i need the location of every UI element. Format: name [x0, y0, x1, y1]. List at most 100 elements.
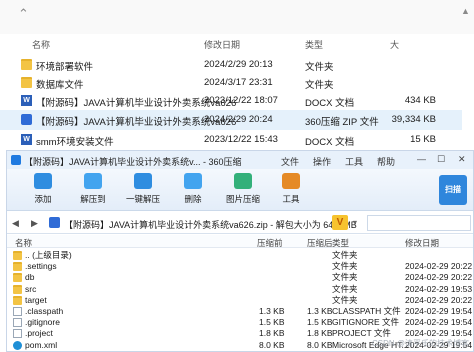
zip-toolbar: 添加 解压到 一键解压 删除 图片压缩 工具 扫描 — [7, 169, 473, 211]
sort-arrow-icon[interactable]: ⌃ — [18, 6, 32, 26]
minimize-icon[interactable]: — — [417, 154, 426, 164]
entry-date: 2024-02-29 19:54 — [405, 317, 473, 328]
archive-row[interactable]: target 文件夹 2024-02-29 20:22 — [7, 295, 473, 306]
extract-to-button[interactable]: 解压到 — [75, 173, 111, 209]
back-icon[interactable]: ◀ — [12, 218, 19, 229]
file-name: 环境部署软件 — [36, 62, 94, 73]
archive-row[interactable]: .settings 文件夹 2024-02-29 20:22 — [7, 261, 473, 272]
folder-icon — [13, 273, 22, 283]
vip-icon[interactable]: V — [332, 215, 348, 230]
delete-button[interactable]: 删除 — [175, 173, 211, 209]
folder-icon — [13, 262, 22, 272]
folder-icon — [13, 251, 22, 260]
list-col-date[interactable]: 修改日期 — [405, 237, 439, 249]
search-input[interactable] — [367, 215, 471, 231]
entry-name: .project — [25, 328, 53, 339]
list-col-name[interactable]: 名称 — [15, 237, 32, 249]
one-click-extract-icon — [134, 173, 152, 189]
zip-file-icon — [49, 217, 60, 228]
col-type-header[interactable]: 类型 — [305, 38, 323, 51]
file-date: 2024/2/29 20:13 — [204, 59, 273, 70]
tools-button[interactable]: 工具 — [273, 173, 309, 209]
entry-date: 2024-02-29 20:22 — [405, 272, 473, 283]
entry-type: 文件夹 — [332, 250, 358, 260]
add-button[interactable]: 添加 — [25, 173, 61, 209]
path-bar: ◀ ▶ 【附源码】JAVA计算机毕业设计外卖系统va626.zip - 解包大小… — [7, 212, 473, 234]
file-type: DOCX 文档 — [305, 98, 355, 109]
add-label: 添加 — [34, 194, 52, 204]
explorer-row[interactable]: Wsmm环境安装文件 2023/12/22 15:43 DOCX 文档 15 KB — [0, 130, 462, 150]
list-col-type[interactable]: 类型 — [332, 237, 349, 249]
file-size: 15 KB — [410, 134, 436, 145]
entry-size: 1.8 KB — [259, 328, 285, 339]
archive-row[interactable]: .gitignore 1.5 KB 1.5 KB GITIGNORE 文件 2024-0… — [7, 317, 473, 328]
zip-window: 【附源码】JAVA计算机毕业设计外卖系统v... - 360压缩 文件 操作 工… — [6, 150, 474, 352]
file-icon — [13, 318, 22, 328]
archive-row[interactable]: src 文件夹 2024-02-29 19:53 — [7, 284, 473, 295]
file-name: smm环境安装文件 — [36, 137, 114, 148]
scroll-up-icon[interactable]: ▲ — [461, 6, 470, 26]
explorer-row[interactable]: 【附源码】JAVA计算机毕业设计外卖系统va626 2024/2/29 20:24… — [0, 110, 462, 130]
folder-icon — [21, 59, 32, 70]
scan-badge[interactable]: 扫描 — [439, 175, 467, 205]
list-header: 名称 压缩前 压缩后 类型 修改日期 — [7, 235, 473, 248]
explorer-row[interactable]: 环境部署软件 2024/2/29 20:13 文件夹 — [0, 55, 462, 75]
col-name-header[interactable]: 名称 — [32, 38, 50, 51]
edge-icon — [13, 340, 22, 350]
file-icon — [13, 307, 22, 316]
menu-file[interactable]: 文件 — [281, 155, 299, 168]
file-type: 360压缩 ZIP 文件 — [305, 117, 379, 128]
watermark: CSDN @清平乐的技术博客 — [371, 339, 469, 348]
file-name: 数据库文件 — [36, 80, 84, 91]
col-size-header[interactable]: 大 — [390, 38, 399, 51]
entry-name: .classpath — [25, 306, 64, 316]
list-col-packed[interactable]: 压缩后 — [307, 237, 333, 249]
one-click-extract-label: 一键解压 — [125, 194, 160, 204]
menu-operate[interactable]: 操作 — [313, 155, 331, 168]
image-compress-button[interactable]: 图片压缩 — [225, 173, 261, 209]
folder-icon — [13, 284, 22, 294]
entry-name: .. (上级目录) — [25, 250, 72, 260]
entry-name: src — [25, 283, 37, 294]
explorer-row[interactable]: 数据库文件 2024/3/17 23:31 文件夹 — [0, 73, 462, 93]
explorer-row[interactable]: W 【附源码】JAVA计算机毕业设计外卖系统va626 2023/12/22 18:… — [0, 91, 462, 111]
one-click-extract-button[interactable]: 一键解压 — [125, 173, 161, 209]
col-modified-header[interactable]: 修改日期 — [204, 38, 240, 51]
entry-date: 2024-02-29 19:54 — [405, 306, 473, 316]
chevron-down-icon[interactable]: ▾ — [353, 218, 357, 227]
file-size: 434 KB — [404, 95, 436, 106]
file-icon — [13, 329, 22, 339]
menu-help[interactable]: 帮助 — [377, 155, 395, 168]
file-date: 2023/12/22 18:07 — [204, 95, 278, 106]
folder-icon — [21, 77, 32, 88]
entry-date: 2024-02-29 20:22 — [405, 261, 473, 272]
zip-titlebar: 【附源码】JAVA计算机毕业设计外卖系统v... - 360压缩 文件 操作 工… — [7, 151, 473, 169]
archive-row[interactable]: db 文件夹 2024-02-29 20:22 — [7, 272, 473, 283]
file-type: DOCX 文档 — [305, 137, 355, 148]
add-icon — [34, 173, 52, 189]
list-col-size[interactable]: 压缩前 — [257, 237, 283, 249]
forward-icon[interactable]: ▶ — [31, 218, 38, 229]
entry-size: 8.0 KB — [259, 339, 285, 350]
entry-name: .settings — [25, 261, 57, 272]
explorer-top-strip — [0, 0, 474, 34]
extract-to-label: 解压到 — [80, 194, 106, 204]
delete-icon — [184, 173, 202, 189]
archive-row[interactable]: .. (上级目录) 文件夹 — [7, 250, 473, 261]
file-date: 2024/3/17 23:31 — [204, 77, 273, 88]
archive-row[interactable]: .classpath 1.3 KB 1.3 KB CLASSPATH 文件 2024-0… — [7, 306, 473, 317]
tools-label: 工具 — [282, 194, 300, 204]
file-date: 2024/2/29 20:24 — [204, 114, 273, 125]
file-explorer: ⌃ ▲ 名称 修改日期 类型 大 环境部署软件 2024/2/29 20:13 文件… — [0, 0, 474, 150]
docx-icon: W — [21, 95, 32, 106]
maximize-icon[interactable]: ☐ — [437, 154, 445, 165]
image-compress-icon — [234, 173, 252, 189]
zip-icon — [21, 114, 32, 125]
app-logo-icon — [11, 155, 21, 165]
delete-label: 删除 — [184, 194, 202, 204]
entry-size: 1.3 KB — [259, 306, 285, 316]
folder-icon — [13, 295, 22, 305]
close-icon[interactable]: ✕ — [458, 154, 466, 165]
window-title: 【附源码】JAVA计算机毕业设计外卖系统v... - 360压缩 — [24, 157, 242, 167]
menu-tools[interactable]: 工具 — [345, 155, 363, 168]
